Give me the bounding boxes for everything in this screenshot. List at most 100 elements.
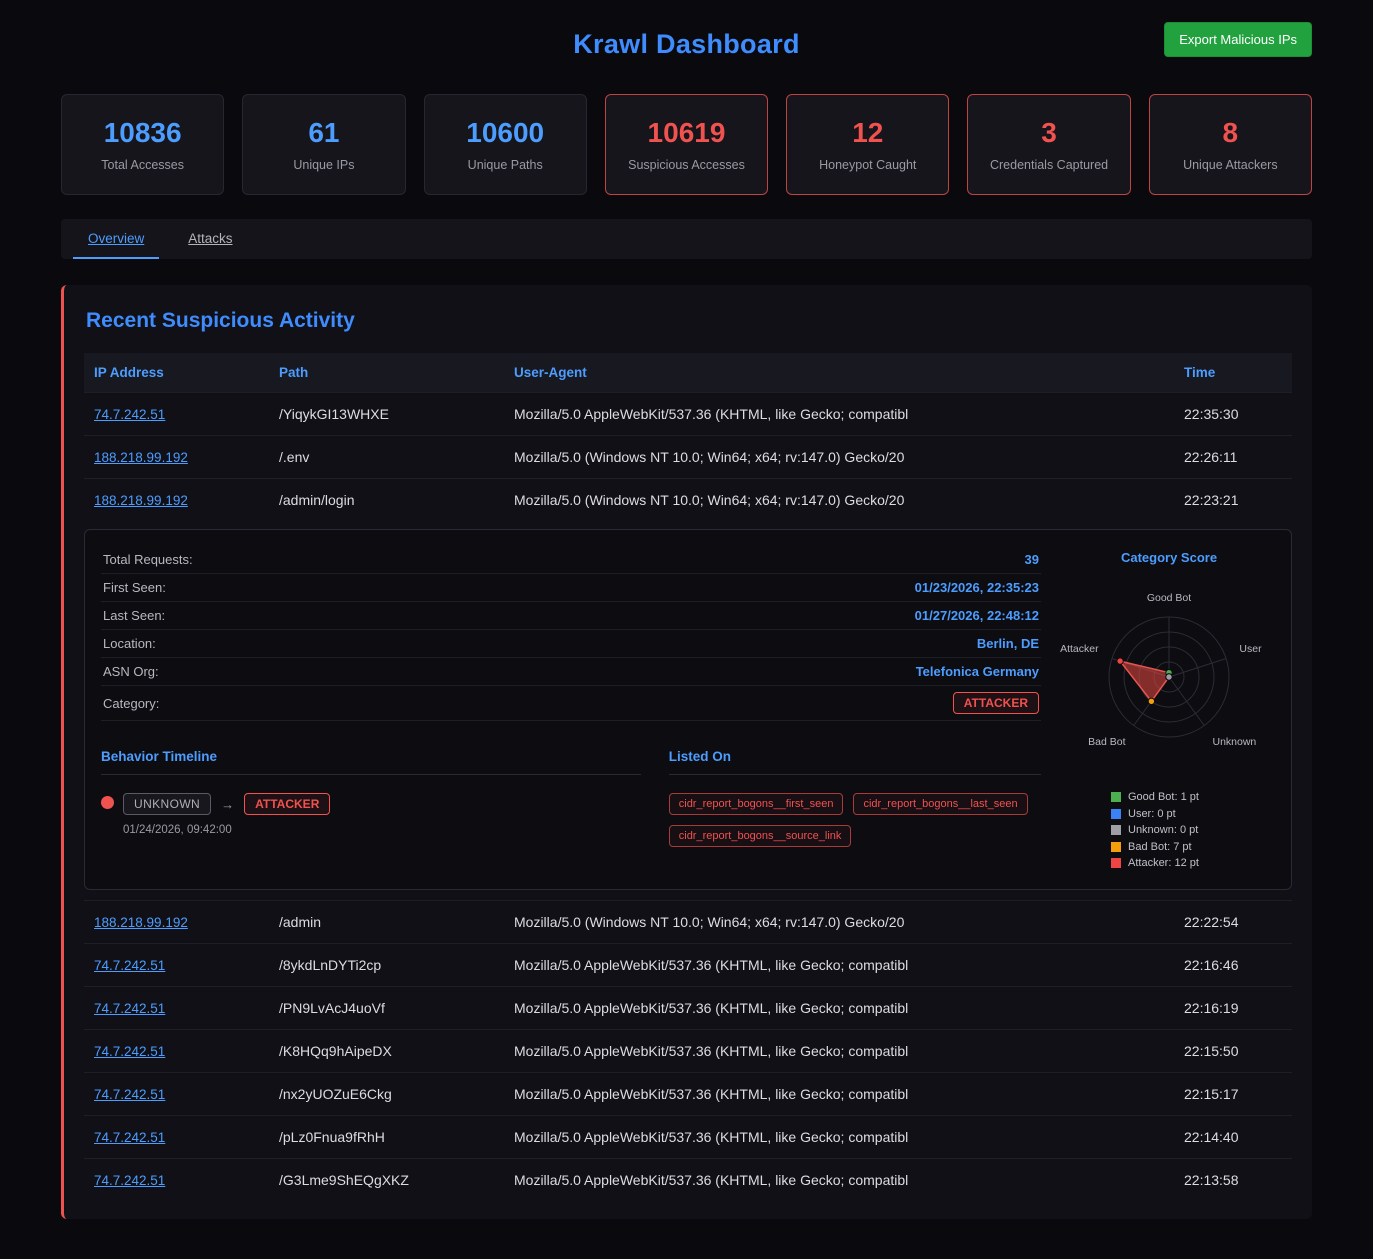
table-row[interactable]: 74.7.242.51/YiqykGI13WHXEMozilla/5.0 App… <box>84 393 1292 436</box>
ip-cell: 74.7.242.51 <box>84 1030 269 1073</box>
col-header-time: Time <box>1174 353 1292 393</box>
ip-detail-columns: Behavior Timeline UNKNOWN → AT <box>101 749 1041 847</box>
stat-card-honeypot-caught: 12Honeypot Caught <box>786 94 949 195</box>
path-cell: /.env <box>269 436 504 479</box>
field-label: Last Seen: <box>103 608 165 623</box>
user-agent-cell: Mozilla/5.0 AppleWebKit/537.36 (KHTML, l… <box>504 393 1174 436</box>
svg-text:Unknown: Unknown <box>1213 736 1257 748</box>
krawl-dashboard-page: Krawl Dashboard Export Malicious IPs 108… <box>61 0 1312 1219</box>
table-row[interactable]: 74.7.242.51/PN9LvAcJ4uoVfMozilla/5.0 App… <box>84 987 1292 1030</box>
page-title: Krawl Dashboard <box>573 29 800 60</box>
recent-suspicious-activity-panel: Recent Suspicious Activity IP Address Pa… <box>61 285 1312 1219</box>
ip-link[interactable]: 188.218.99.192 <box>94 915 188 930</box>
legend-swatch-icon <box>1111 842 1121 852</box>
timeline-body: UNKNOWN → ATTACKER 01/24/2026, 09:42:00 <box>123 793 330 836</box>
user-agent-cell: Mozilla/5.0 (Windows NT 10.0; Win64; x64… <box>504 436 1174 479</box>
ip-link[interactable]: 74.7.242.51 <box>94 1130 165 1145</box>
detail-field-last-seen: Last Seen: 01/27/2026, 22:48:12 <box>101 602 1041 630</box>
table-row[interactable]: 188.218.99.192/admin/loginMozilla/5.0 (W… <box>84 479 1292 522</box>
table-row[interactable]: 74.7.242.51/K8HQq9hAipeDXMozilla/5.0 App… <box>84 1030 1292 1073</box>
ip-cell: 74.7.242.51 <box>84 393 269 436</box>
timeline-timestamp: 01/24/2026, 09:42:00 <box>123 824 330 836</box>
stat-label: Unique Paths <box>468 158 543 172</box>
field-value: 01/23/2026, 22:35:23 <box>915 580 1039 595</box>
ip-cell: 74.7.242.51 <box>84 1116 269 1159</box>
category-attacker-badge: ATTACKER <box>953 692 1039 714</box>
listed-on-badge[interactable]: cidr_report_bogons__source_link <box>669 825 852 847</box>
table-row[interactable]: 188.218.99.192/adminMozilla/5.0 (Windows… <box>84 901 1292 944</box>
stat-card-suspicious-accesses: 10619Suspicious Accesses <box>605 94 768 195</box>
time-cell: 22:16:46 <box>1174 944 1292 987</box>
activity-table: IP Address Path User-Agent Time 74.7.242… <box>84 353 1292 1201</box>
ip-link[interactable]: 74.7.242.51 <box>94 958 165 973</box>
legend-label: User: 0 pt <box>1128 808 1176 820</box>
user-agent-cell: Mozilla/5.0 AppleWebKit/537.36 (KHTML, l… <box>504 1116 1174 1159</box>
time-cell: 22:15:50 <box>1174 1030 1292 1073</box>
ip-link[interactable]: 74.7.242.51 <box>94 1044 165 1059</box>
table-row[interactable]: 74.7.242.51/8ykdLnDYTi2cpMozilla/5.0 App… <box>84 944 1292 987</box>
col-header-ip: IP Address <box>84 353 269 393</box>
ip-detail-fields: Total Requests:39First Seen:01/23/2026, … <box>101 546 1041 721</box>
svg-text:Attacker: Attacker <box>1060 643 1099 655</box>
category-badge-unknown: UNKNOWN <box>123 793 211 815</box>
stat-value: 12 <box>852 117 883 149</box>
legend-item: Bad Bot: 7 pt <box>1111 841 1199 853</box>
table-row[interactable]: 188.218.99.192 /.envMozilla/5.0 (Windows … <box>84 436 1292 479</box>
time-cell: 22:15:17 <box>1174 1073 1292 1116</box>
field-label: Location: <box>103 636 156 651</box>
stat-label: Suspicious Accesses <box>628 158 745 172</box>
listed-on-section: Listed On cidr_report_bogons__first_seen… <box>669 749 1041 847</box>
legend-label: Unknown: 0 pt <box>1128 824 1198 836</box>
field-value: 01/27/2026, 22:48:12 <box>915 608 1039 623</box>
user-agent-cell: Mozilla/5.0 AppleWebKit/537.36 (KHTML, l… <box>504 1159 1174 1202</box>
detail-field-total-requests: Total Requests: 39 <box>101 546 1041 574</box>
svg-text:User: User <box>1239 643 1262 655</box>
ip-link[interactable]: 74.7.242.51 <box>94 407 165 422</box>
table-row[interactable]: 74.7.242.51/nx2yUOZuE6CkgMozilla/5.0 App… <box>84 1073 1292 1116</box>
path-cell: /pLz0Fnua9fRhH <box>269 1116 504 1159</box>
stat-card-credentials-captured: 3Credentials Captured <box>967 94 1130 195</box>
listed-on-badge[interactable]: cidr_report_bogons__last_seen <box>853 793 1027 815</box>
stat-value: 10600 <box>466 117 544 149</box>
path-cell: /admin <box>269 901 504 944</box>
time-cell: 22:35:30 <box>1174 393 1292 436</box>
listed-on-badges: cidr_report_bogons__first_seen cidr_repor… <box>669 793 1041 847</box>
legend-item: Good Bot: 1 pt <box>1111 791 1199 803</box>
ip-cell: 74.7.242.51 <box>84 987 269 1030</box>
detail-field-location: Location:Berlin, DE <box>101 630 1041 658</box>
ip-link[interactable]: 74.7.242.51 <box>94 1087 165 1102</box>
export-malicious-ips-button[interactable]: Export Malicious IPs <box>1164 22 1312 57</box>
field-value: 39 <box>1025 552 1039 567</box>
stat-value: 3 <box>1041 117 1057 149</box>
table-row[interactable]: 74.7.242.51/G3Lme9ShEQgXKZMozilla/5.0 Ap… <box>84 1159 1292 1202</box>
legend-item: User: 0 pt <box>1111 808 1199 820</box>
tab-attacks[interactable]: Attacks <box>173 219 247 259</box>
ip-detail-panel: Total Requests:39First Seen:01/23/2026, … <box>84 529 1292 890</box>
ip-cell: 74.7.242.51 <box>84 1159 269 1202</box>
legend-swatch-icon <box>1111 809 1121 819</box>
ip-link[interactable]: 188.218.99.192 <box>94 493 188 508</box>
activity-table-body: 74.7.242.51/YiqykGI13WHXEMozilla/5.0 App… <box>84 393 1292 1202</box>
ip-cell: 188.218.99.192 <box>84 436 269 479</box>
ip-link[interactable]: 74.7.242.51 <box>94 1173 165 1188</box>
stat-card-total-accesses: 10836Total Accesses <box>61 94 224 195</box>
legend-label: Bad Bot: 7 pt <box>1128 841 1192 853</box>
stat-label: Total Accesses <box>101 158 184 172</box>
ip-link[interactable]: 188.218.99.192 <box>94 450 188 465</box>
category-score-title: Category Score <box>1121 550 1217 565</box>
category-score-radar-chart: Good BotUserUnknownBad BotAttacker <box>1064 581 1274 777</box>
arrow-right-icon: → <box>221 797 234 812</box>
field-value: Telefonica Germany <box>916 664 1039 679</box>
behavior-timeline-section: Behavior Timeline UNKNOWN → AT <box>101 749 641 847</box>
legend-label: Attacker: 12 pt <box>1128 857 1199 869</box>
legend-swatch-icon <box>1111 858 1121 868</box>
field-label: Total Requests: <box>103 552 193 567</box>
detail-field-category: Category:ATTACKER <box>101 686 1041 721</box>
tab-overview[interactable]: Overview <box>73 219 159 259</box>
svg-text:Good Bot: Good Bot <box>1147 592 1191 604</box>
table-row[interactable]: 74.7.242.51/pLz0Fnua9fRhHMozilla/5.0 App… <box>84 1116 1292 1159</box>
ip-link[interactable]: 74.7.242.51 <box>94 1001 165 1016</box>
listed-on-title: Listed On <box>669 749 1041 775</box>
header: Krawl Dashboard Export Malicious IPs <box>61 14 1312 74</box>
listed-on-badge[interactable]: cidr_report_bogons__first_seen <box>669 793 844 815</box>
